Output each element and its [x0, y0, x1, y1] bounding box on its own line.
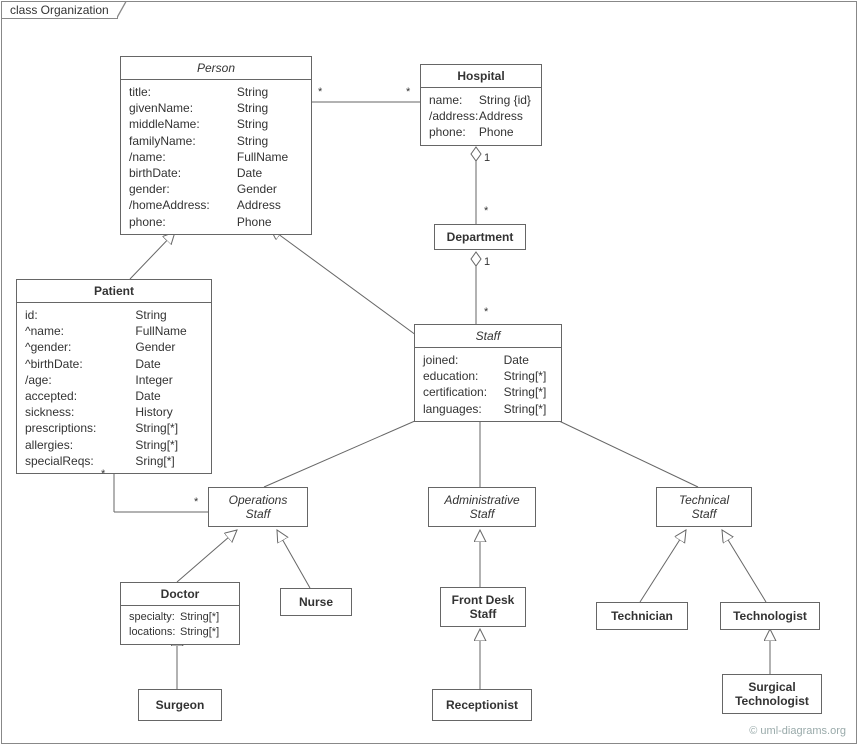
class-staff: Staff joined:Date education:String[*] ce… [414, 324, 562, 422]
class-person-body: title:String givenName:String middleName… [121, 80, 311, 234]
class-department: Department [434, 224, 526, 250]
class-patient-body: id:String ^name:FullName ^gender:Gender … [17, 303, 211, 473]
mult-hosp-dept-1: 1 [484, 152, 490, 164]
class-doctor: Doctor specialty:String[*] locations:Str… [120, 582, 240, 645]
class-patient: Patient id:String ^name:FullName ^gender… [16, 279, 212, 474]
class-technical-staff: Technical Staff [656, 487, 752, 527]
class-technician: Technician [596, 602, 688, 630]
class-staff-title: Staff [415, 325, 561, 348]
class-operations-staff: Operations Staff [208, 487, 308, 527]
mult-dept-staff-star: * [484, 306, 488, 318]
class-administrative-staff: Administrative Staff [428, 487, 536, 527]
class-person: Person title:String givenName:String mid… [120, 56, 312, 235]
class-person-title: Person [121, 57, 311, 80]
frame-title-tab: class Organization [1, 1, 118, 19]
mult-dept-staff-1: 1 [484, 256, 490, 268]
watermark: © uml-diagrams.org [749, 725, 846, 737]
class-nurse: Nurse [280, 588, 352, 616]
class-surgical-technologist: Surgical Technologist [722, 674, 822, 714]
class-surgeon: Surgeon [138, 689, 222, 721]
frame-title: class Organization [10, 3, 109, 17]
class-technologist: Technologist [720, 602, 820, 630]
mult-hosp-dept-star: * [484, 205, 488, 217]
class-hospital: Hospital name:String {id} /address:Addre… [420, 64, 542, 146]
package-frame: class Organization [1, 1, 857, 744]
mult-patient-ops-r: * [194, 496, 198, 508]
class-patient-title: Patient [17, 280, 211, 303]
mult-person-hospital-l: * [318, 86, 322, 98]
mult-person-hospital-r: * [406, 86, 410, 98]
class-hospital-title: Hospital [421, 65, 541, 88]
class-hospital-body: name:String {id} /address:Address phone:… [421, 88, 541, 145]
mult-patient-ops-l: * [101, 468, 105, 480]
class-staff-body: joined:Date education:String[*] certific… [415, 348, 561, 421]
class-receptionist: Receptionist [432, 689, 532, 721]
class-front-desk-staff: Front Desk Staff [440, 587, 526, 627]
